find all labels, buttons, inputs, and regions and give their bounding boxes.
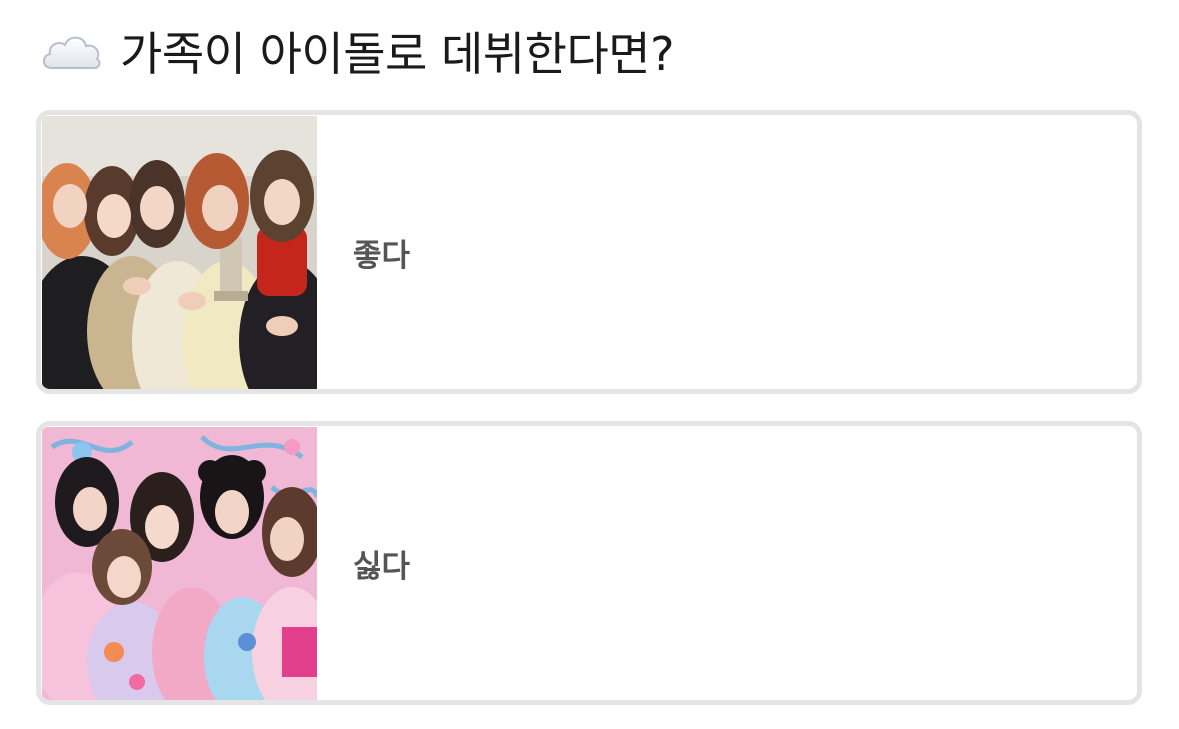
option-label: 싫다 [353,548,411,585]
option-image-group-pink [42,427,317,700]
poll-header: 가족이 아이돌로 데뷔한다면? [38,18,675,84]
cloud-icon [38,26,104,76]
poll-option-dislike[interactable]: 싫다 [36,421,1142,705]
poll-card: 가족이 아이돌로 데뷔한다면? 좋다 싫다 [0,0,1179,729]
option-label: 좋다 [353,237,411,274]
option-image-group-trophy [42,116,317,389]
poll-option-like[interactable]: 좋다 [36,110,1142,394]
poll-title: 가족이 아이돌로 데뷔한다면? [120,27,675,81]
